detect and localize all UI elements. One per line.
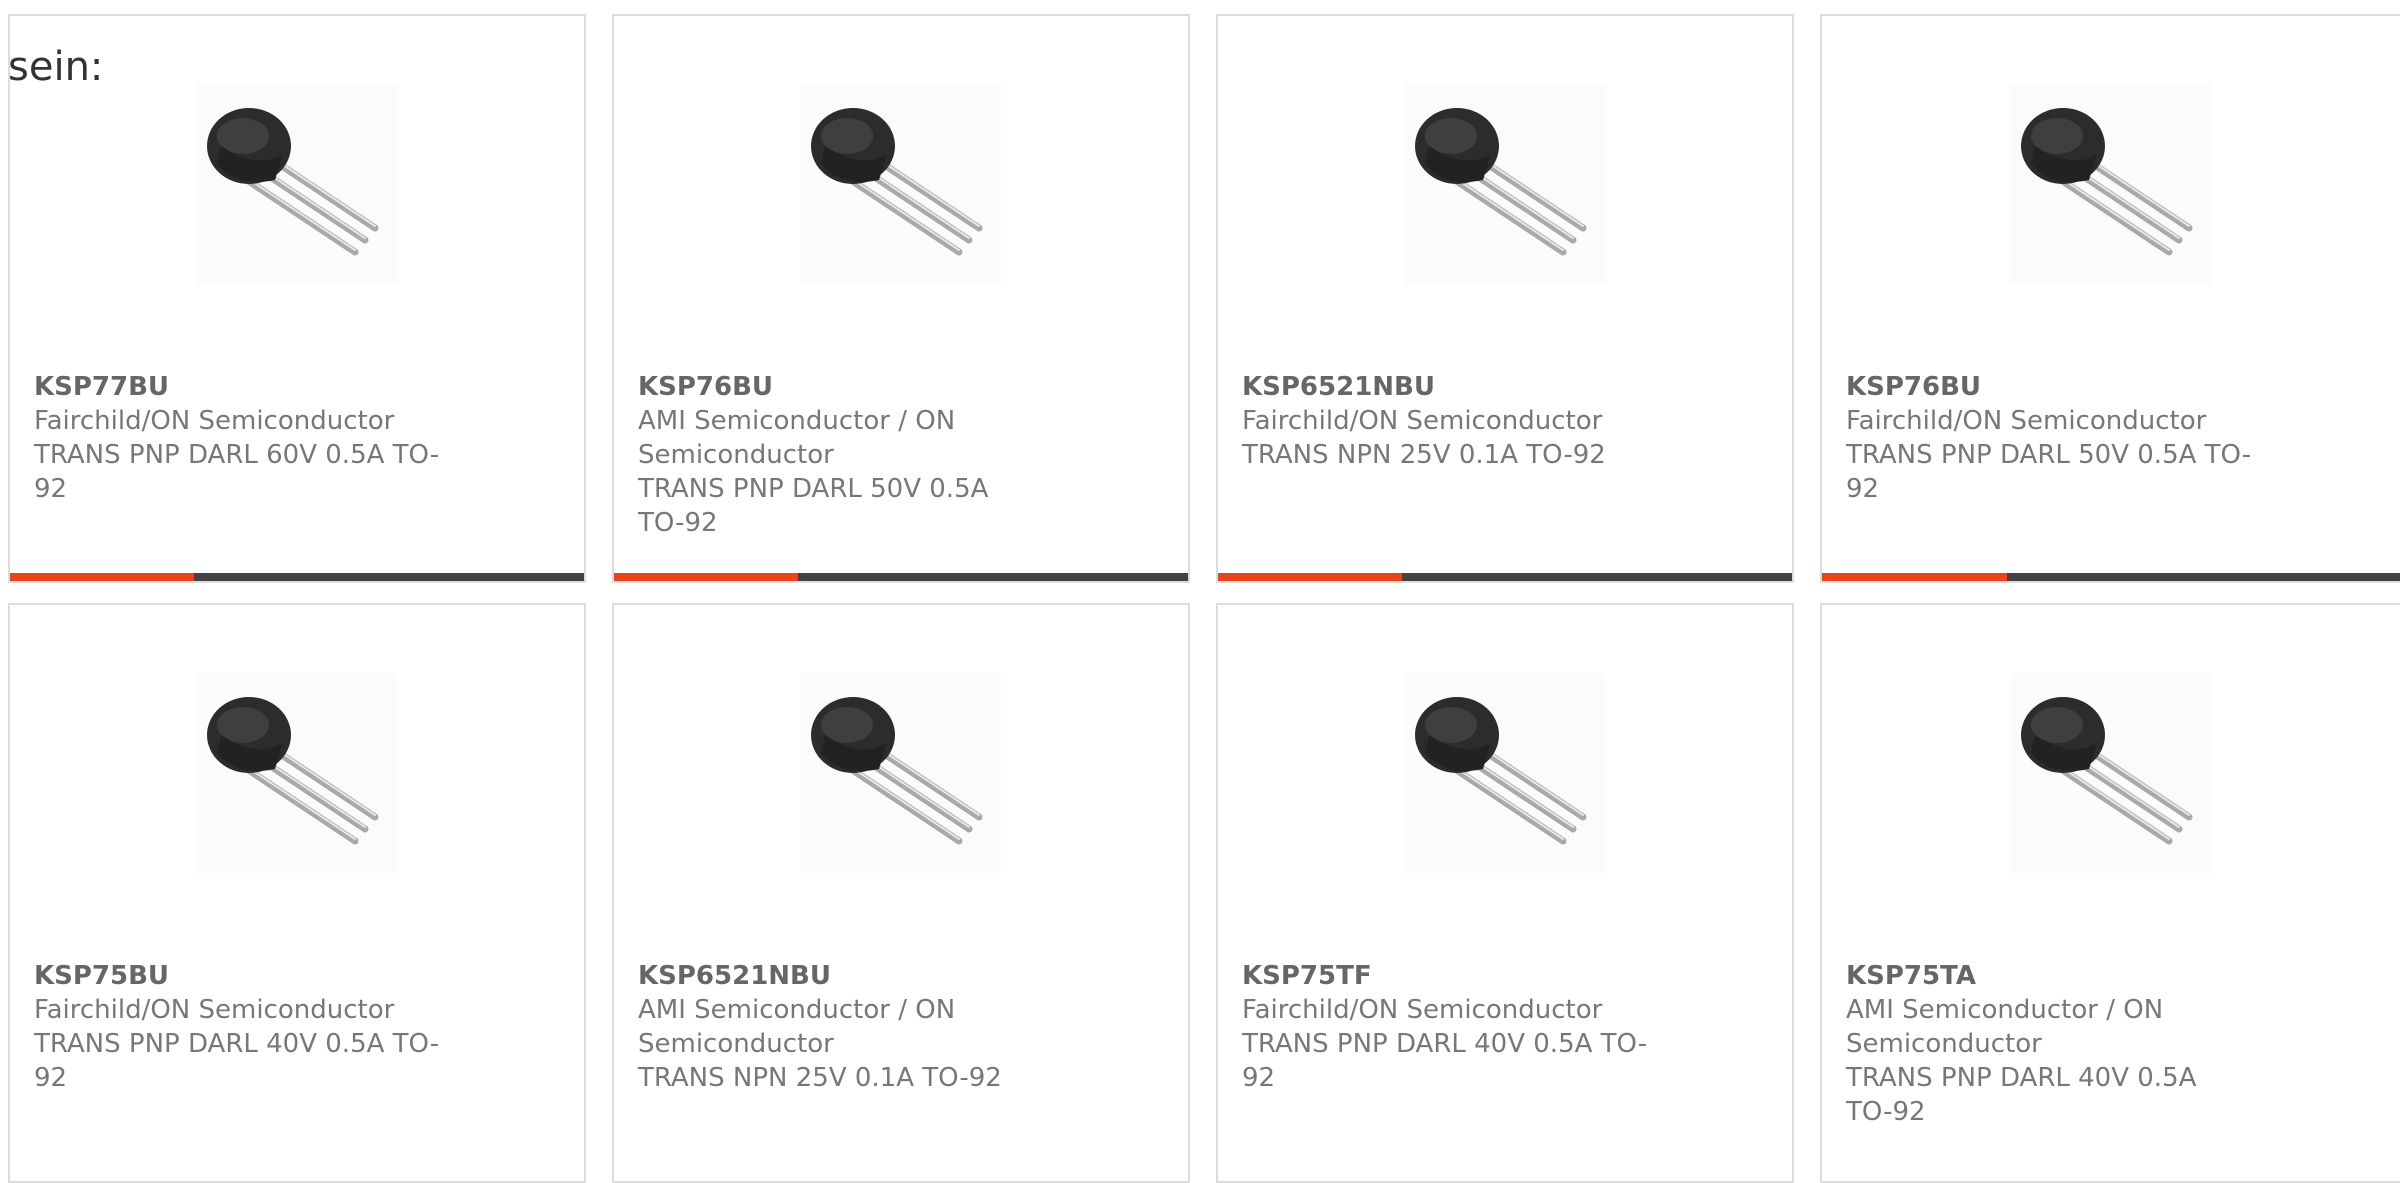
part-number[interactable]: KSP76BU	[1846, 370, 2266, 404]
progress-bar	[10, 573, 584, 581]
description: TRANS NPN 25V 0.1A TO-92	[638, 1063, 1002, 1093]
to92-transistor-icon	[801, 673, 1001, 873]
to92-transistor-icon	[801, 84, 1001, 284]
manufacturer: AMI Semiconductor / ON Semiconductor	[638, 995, 956, 1059]
product-card[interactable]: KSP77BU Fairchild/ON Semiconductor TRANS…	[8, 14, 586, 583]
manufacturer: Fairchild/ON Semiconductor	[1242, 995, 1603, 1025]
product-info: KSP6521NBU AMI Semiconductor / ON Semico…	[638, 959, 1038, 1095]
manufacturer: AMI Semiconductor / ON Semiconductor	[1846, 995, 2164, 1059]
product-card[interactable]: KSP75TA AMI Semiconductor / ON Semicondu…	[1820, 603, 2400, 1183]
product-card[interactable]: KSP76BU AMI Semiconductor / ON Semicondu…	[612, 14, 1190, 583]
part-number[interactable]: KSP75BU	[34, 959, 454, 993]
description: TRANS PNP DARL 40V 0.5A TO-92	[1846, 1063, 2197, 1127]
product-info: KSP77BU Fairchild/ON Semiconductor TRANS…	[34, 370, 454, 506]
description: TRANS PNP DARL 50V 0.5A TO-92	[1846, 440, 2252, 504]
manufacturer: Fairchild/ON Semiconductor	[1846, 406, 2207, 436]
part-number[interactable]: KSP6521NBU	[638, 959, 1038, 993]
product-info: KSP76BU Fairchild/ON Semiconductor TRANS…	[1846, 370, 2266, 506]
product-info: KSP75BU Fairchild/ON Semiconductor TRANS…	[34, 959, 454, 1095]
to92-transistor-icon	[2011, 673, 2211, 873]
product-card[interactable]: KSP75TF Fairchild/ON Semiconductor TRANS…	[1216, 603, 1794, 1183]
progress-bar	[1218, 573, 1792, 581]
to92-transistor-icon	[1405, 673, 1605, 873]
part-number[interactable]: KSP77BU	[34, 370, 454, 404]
to92-transistor-icon	[197, 673, 397, 873]
manufacturer: Fairchild/ON Semiconductor	[34, 406, 395, 436]
part-number[interactable]: KSP6521NBU	[1242, 370, 1662, 404]
progress-fill	[1218, 573, 1402, 581]
progress-bar	[614, 573, 1188, 581]
progress-fill	[1822, 573, 2007, 581]
product-info: KSP75TA AMI Semiconductor / ON Semicondu…	[1846, 959, 2246, 1129]
progress-fill	[10, 573, 194, 581]
description: TRANS PNP DARL 40V 0.5A TO-92	[1242, 1029, 1648, 1093]
product-card[interactable]: KSP76BU Fairchild/ON Semiconductor TRANS…	[1820, 14, 2400, 583]
product-card[interactable]: KSP6521NBU Fairchild/ON Semiconductor TR…	[1216, 14, 1794, 583]
progress-fill	[614, 573, 798, 581]
part-number[interactable]: KSP76BU	[638, 370, 1038, 404]
product-grid: KSP77BU Fairchild/ON Semiconductor TRANS…	[0, 0, 2400, 1183]
part-number[interactable]: KSP75TF	[1242, 959, 1662, 993]
product-info: KSP75TF Fairchild/ON Semiconductor TRANS…	[1242, 959, 1662, 1095]
description: TRANS PNP DARL 40V 0.5A TO-92	[34, 1029, 440, 1093]
manufacturer: Fairchild/ON Semiconductor	[34, 995, 395, 1025]
intro-text: sein:	[8, 44, 104, 90]
product-info: KSP76BU AMI Semiconductor / ON Semicondu…	[638, 370, 1038, 540]
manufacturer: Fairchild/ON Semiconductor	[1242, 406, 1603, 436]
product-info: KSP6521NBU Fairchild/ON Semiconductor TR…	[1242, 370, 1662, 472]
progress-bar	[1822, 573, 2400, 581]
product-card[interactable]: KSP75BU Fairchild/ON Semiconductor TRANS…	[8, 603, 586, 1183]
description: TRANS NPN 25V 0.1A TO-92	[1242, 440, 1606, 470]
to92-transistor-icon	[197, 84, 397, 284]
to92-transistor-icon	[2011, 84, 2211, 284]
manufacturer: AMI Semiconductor / ON Semiconductor	[638, 406, 956, 470]
product-card[interactable]: KSP6521NBU AMI Semiconductor / ON Semico…	[612, 603, 1190, 1183]
part-number[interactable]: KSP75TA	[1846, 959, 2246, 993]
to92-transistor-icon	[1405, 84, 1605, 284]
description: TRANS PNP DARL 60V 0.5A TO-92	[34, 440, 440, 504]
description: TRANS PNP DARL 50V 0.5A TO-92	[638, 474, 989, 538]
